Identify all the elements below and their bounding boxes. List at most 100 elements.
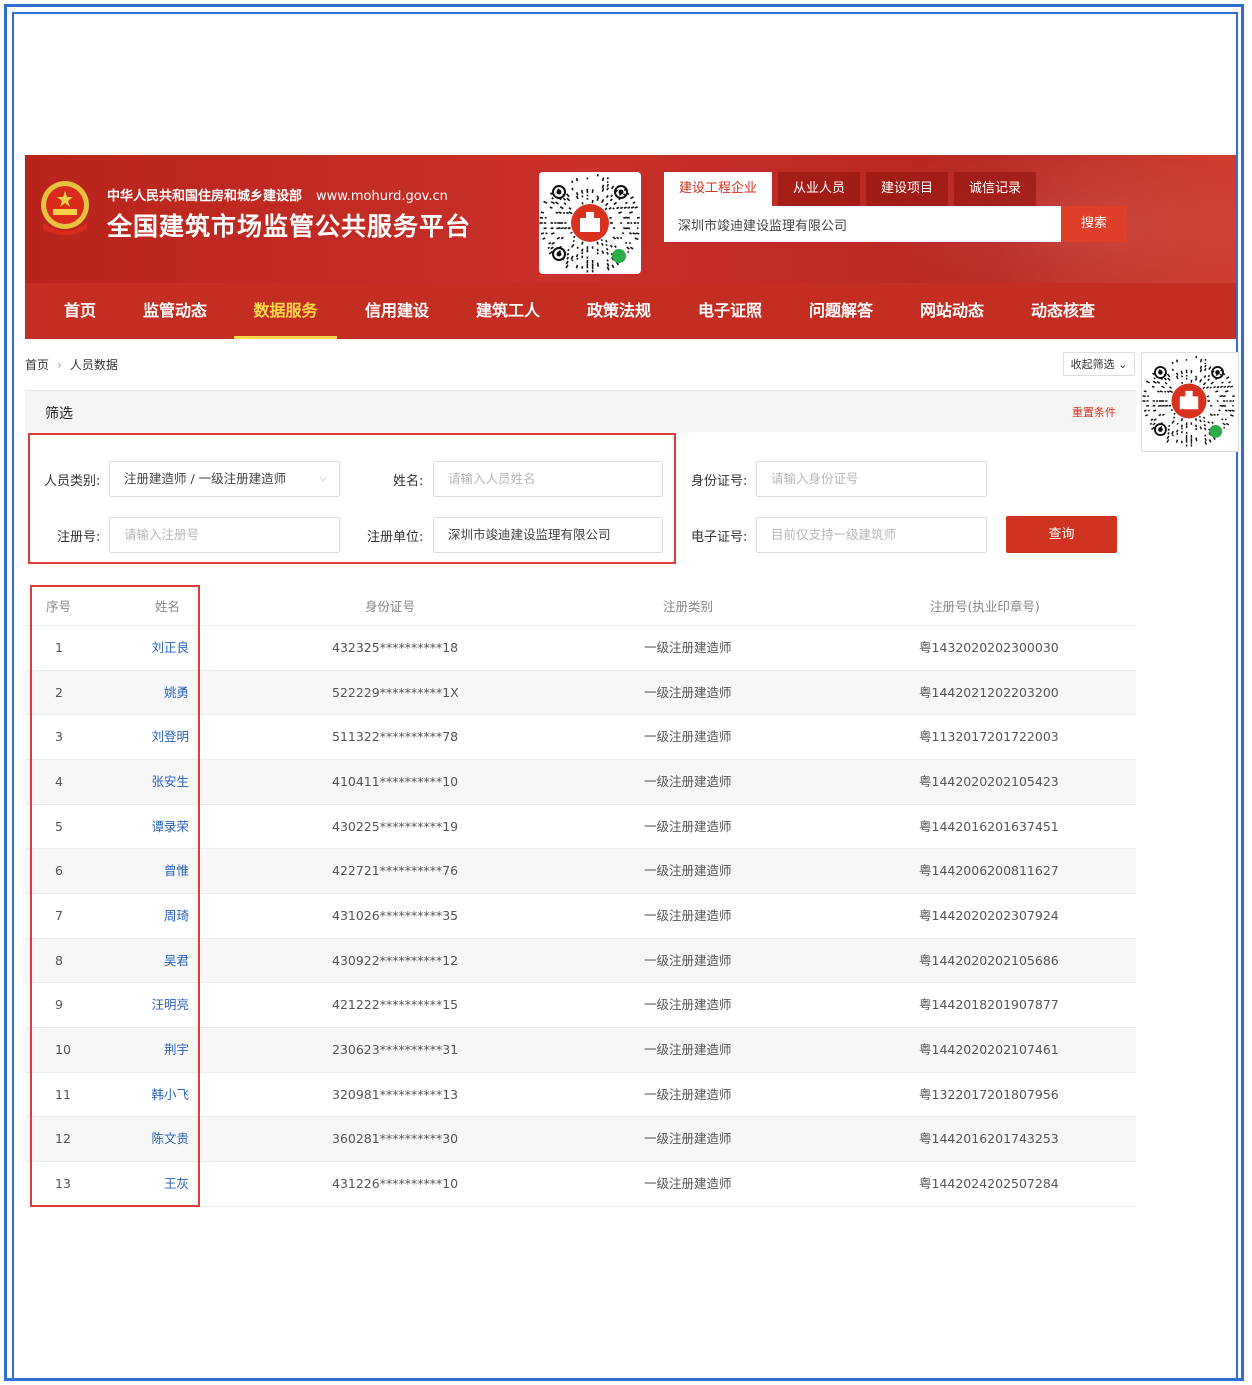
nav-credit[interactable]: 信用建设 <box>363 283 431 339</box>
search-tab-projects[interactable]: 建设项目 <box>866 172 949 206</box>
table-row: 8 吴君 430922**********12 一级注册建造师 粤14420202021… <box>25 938 1136 984</box>
cell-reg: 粤1132017201722003 <box>919 729 1059 745</box>
col-header-id: 身份证号 <box>365 599 416 614</box>
cell-type: 一级注册建造师 <box>644 952 732 968</box>
cell-name[interactable]: 陈文贵 <box>149 1117 189 1162</box>
cell-id: 522229**********1X <box>332 684 459 700</box>
cell-id: 421222**********15 <box>332 997 459 1013</box>
ministry-url[interactable]: www.mohurd.gov.cn <box>316 189 448 204</box>
cell-name[interactable]: 王灰 <box>149 1162 189 1207</box>
name-input[interactable]: 请输入人员姓名 <box>433 461 663 497</box>
cell-reg: 粤1322017201807956 <box>919 1086 1059 1102</box>
cell-reg: 粤1442020202107461 <box>919 1042 1059 1057</box>
search-input[interactable] <box>664 206 1062 242</box>
nav-dynamic-check[interactable]: 动态核查 <box>1029 283 1097 339</box>
cell-reg: 粤1442021202203200 <box>919 684 1059 700</box>
national-emblem-icon <box>41 181 89 235</box>
cell-type: 一级注册建造师 <box>644 908 732 923</box>
search-tabs: 建设工程企业 从业人员 建设项目 诚信记录 <box>664 172 1042 206</box>
cell-no: 13 <box>55 1176 71 1191</box>
breadcrumb-home[interactable]: 首页 <box>25 358 49 372</box>
reset-filter-link[interactable]: 重置条件 <box>1072 404 1116 420</box>
nav-policies[interactable]: 政策法规 <box>585 283 653 339</box>
ministry-name: 中华人民共和国住房和城乡建设部 www.mohurd.gov.cn <box>107 185 448 204</box>
search-tab-enterprise[interactable]: 建设工程企业 <box>664 172 773 206</box>
table-row: 3 刘登明 511322**********78 一级注册建造师 粤1132017201… <box>25 715 1136 760</box>
cell-name[interactable]: 姚勇 <box>149 671 189 716</box>
cell-reg: 粤1442006200811627 <box>919 863 1059 879</box>
cell-id: 432325**********18 <box>332 640 459 655</box>
search-tab-practitioners[interactable]: 从业人员 <box>778 172 861 206</box>
cell-name[interactable]: 荆宇 <box>149 1028 189 1073</box>
ministry-text: 中华人民共和国住房和城乡建设部 <box>107 189 303 204</box>
cell-name[interactable]: 刘登明 <box>149 715 189 760</box>
cell-no: 12 <box>55 1131 71 1147</box>
collapse-filter-label: 收起筛选 <box>1070 358 1115 371</box>
cell-id: 430225**********19 <box>332 818 459 834</box>
col-header-type: 注册类别 <box>663 599 714 614</box>
cell-id: 360281**********30 <box>332 1131 459 1147</box>
table-row: 7 周琦 431026**********35 一级注册建造师 粤14420202023… <box>25 894 1136 939</box>
id-label: 身份证号: <box>691 474 748 489</box>
chevron-right-icon: › <box>57 358 62 372</box>
nav-site-news[interactable]: 网站动态 <box>918 283 986 339</box>
cell-name[interactable]: 谭录荣 <box>149 805 189 850</box>
breadcrumb-current: 人员数据 <box>69 358 118 372</box>
cell-name[interactable]: 张安生 <box>149 760 189 805</box>
qr-code-graphic <box>539 173 640 273</box>
cell-type: 一级注册建造师 <box>644 1086 732 1102</box>
cell-name[interactable]: 韩小飞 <box>149 1073 189 1118</box>
reg-no-label: 注册号: <box>57 530 101 545</box>
nav-faq[interactable]: 问题解答 <box>807 283 875 339</box>
qr-code-graphic <box>1142 355 1235 447</box>
table-row: 12 陈文贵 360281**********30 一级注册建造师 粤144201620… <box>25 1117 1136 1163</box>
chevron-down-icon: ⌄ <box>1118 358 1128 371</box>
cell-id: 320981**********13 <box>332 1086 459 1102</box>
cell-reg: 粤1442020202307924 <box>919 908 1059 923</box>
cert-label: 电子证号: <box>691 530 748 545</box>
cell-name[interactable]: 汪明亮 <box>149 983 189 1028</box>
person-type-label: 人员类别: <box>44 474 101 489</box>
table-row: 2 姚勇 522229**********1X 一级注册建造师 粤14420212022… <box>25 670 1136 716</box>
cell-type: 一级注册建造师 <box>644 997 732 1013</box>
col-header-no: 序号 <box>46 599 72 614</box>
query-button[interactable]: 查询 <box>1006 516 1117 553</box>
nav-workers[interactable]: 建筑工人 <box>474 283 542 339</box>
table-row: 5 谭录荣 430225**********19 一级注册建造师 粤1442016201… <box>25 805 1136 850</box>
cell-name[interactable]: 刘正良 <box>149 626 189 671</box>
table-row: 6 曾惟 422721**********76 一级注册建造师 粤14420062008… <box>25 849 1136 895</box>
collapse-filter-button[interactable]: 收起筛选 ⌄ <box>1063 352 1135 376</box>
reg-no-input[interactable]: 请输入注册号 <box>109 517 340 553</box>
nav-e-certificates[interactable]: 电子证照 <box>696 283 764 339</box>
person-type-select[interactable]: 注册建造师 / 一级注册建造师 ⌵ <box>109 461 340 497</box>
col-header-reg: 注册号(执业印章号) <box>930 599 1040 614</box>
nav-data-services[interactable]: 数据服务 <box>234 283 337 339</box>
cell-no: 9 <box>55 997 63 1013</box>
cell-name[interactable]: 吴君 <box>149 939 189 984</box>
cell-type: 一级注册建造师 <box>644 729 732 745</box>
table-row: 9 汪明亮 421222**********15 一级注册建造师 粤1442018201… <box>25 983 1136 1029</box>
cell-name[interactable]: 曾惟 <box>149 849 189 894</box>
cell-no: 1 <box>55 640 63 655</box>
search-tab-credit[interactable]: 诚信记录 <box>954 172 1037 206</box>
cell-id: 230623**********31 <box>332 1042 459 1057</box>
table-row: 11 韩小飞 320981**********13 一级注册建造师 粤132201720… <box>25 1073 1136 1118</box>
nav-home[interactable]: 首页 <box>63 283 97 339</box>
mini-program-qr-icon <box>539 172 641 274</box>
cell-no: 10 <box>55 1042 71 1057</box>
cert-input[interactable]: 目前仅支持一级建筑师 <box>756 517 987 553</box>
id-input[interactable]: 请输入身份证号 <box>756 461 987 497</box>
name-label: 姓名: <box>393 474 424 489</box>
cell-no: 3 <box>55 729 63 745</box>
cell-name[interactable]: 周琦 <box>149 894 189 939</box>
cell-type: 一级注册建造师 <box>644 774 732 789</box>
cell-type: 一级注册建造师 <box>644 1042 732 1057</box>
cell-reg: 粤1432020202300030 <box>919 640 1059 655</box>
reg-unit-input[interactable]: 深圳市竣迪建设监理有限公司 <box>433 517 663 553</box>
cell-no: 8 <box>55 952 63 968</box>
search-button[interactable]: 搜索 <box>1061 206 1127 242</box>
chevron-down-icon: ⌵ <box>319 473 327 484</box>
platform-title: 全国建筑市场监管公共服务平台 <box>107 212 472 241</box>
nav-regulation-news[interactable]: 监管动态 <box>141 283 209 339</box>
cell-no: 6 <box>55 863 63 879</box>
